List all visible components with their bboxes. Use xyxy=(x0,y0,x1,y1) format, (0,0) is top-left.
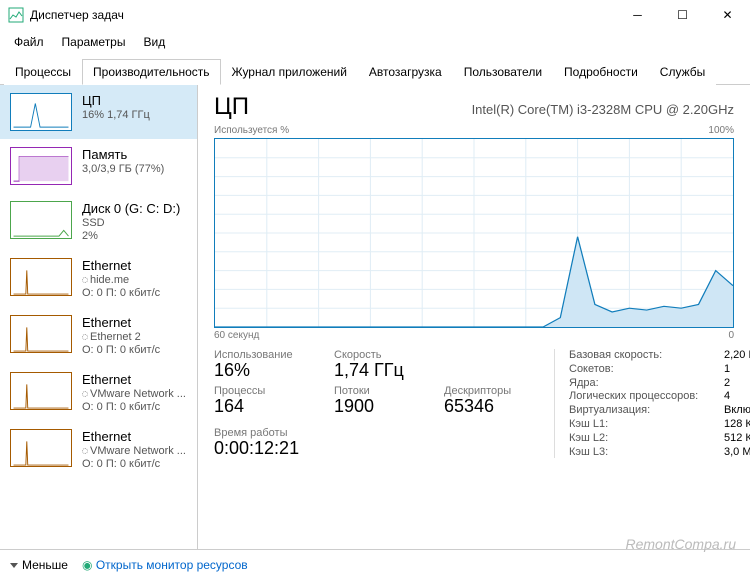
sidebar-item-title: ЦП xyxy=(82,93,150,108)
handles-value: 65346 xyxy=(444,397,534,417)
thumb-eth-icon xyxy=(10,429,72,467)
cpu-name: Intel(R) Core(TM) i3-2328M CPU @ 2.20GHz xyxy=(472,102,734,117)
base-label: Базовая скорость: xyxy=(569,349,724,362)
sockets-label: Сокетов: xyxy=(569,363,724,376)
sidebar-item-eth-5[interactable]: EthernetVMware Network ...О: 0 П: 0 кбит… xyxy=(0,364,197,421)
maximize-button[interactable]: ☐ xyxy=(660,0,705,30)
thumb-eth-icon xyxy=(10,315,72,353)
virt-value: Включено xyxy=(724,404,750,417)
sidebar-item-sub2: О: 0 П: 0 кбит/с xyxy=(82,344,160,356)
thumb-eth-icon xyxy=(10,372,72,410)
sidebar-item-mem-1[interactable]: Память3,0/3,9 ГБ (77%) xyxy=(0,139,197,193)
uptime-label: Время работы xyxy=(214,427,534,439)
l1-value: 128 КБ xyxy=(724,418,750,431)
menu-view[interactable]: Вид xyxy=(135,32,173,52)
close-button[interactable]: ✕ xyxy=(705,0,750,30)
lproc-label: Логических процессоров: xyxy=(569,390,724,403)
sidebar-item-title: Ethernet xyxy=(82,258,160,273)
title-bar: Диспетчер задач ─ ☐ ✕ xyxy=(0,0,750,30)
sidebar-item-disk-2[interactable]: Диск 0 (G: C: D:)SSD2% xyxy=(0,193,197,250)
sidebar-item-title: Ethernet xyxy=(82,372,186,387)
uptime-value: 0:00:12:21 xyxy=(214,439,534,459)
sidebar-item-cpu-0[interactable]: ЦП16% 1,74 ГГц xyxy=(0,85,197,139)
l2-value: 512 КБ xyxy=(724,432,750,445)
lproc-value: 4 xyxy=(724,390,750,403)
footer: Меньше ◉ Открыть монитор ресурсов xyxy=(0,549,750,579)
menu-bar: Файл Параметры Вид xyxy=(0,30,750,54)
sidebar-item-sub: hide.me xyxy=(82,274,160,286)
threads-value: 1900 xyxy=(334,397,434,417)
app-icon xyxy=(8,7,24,23)
speed-value: 1,74 ГГц xyxy=(334,361,434,381)
sidebar-item-sub: Ethernet 2 xyxy=(82,331,160,343)
thumb-eth-icon xyxy=(10,258,72,296)
tab-bar: Процессы Производительность Журнал прило… xyxy=(0,54,750,85)
fewer-details-button[interactable]: Меньше xyxy=(10,558,68,572)
monitor-icon: ◉ xyxy=(82,558,92,572)
chart-xlabel-left: 60 секунд xyxy=(214,330,259,341)
sockets-value: 1 xyxy=(724,363,750,376)
proc-label: Процессы xyxy=(214,385,324,397)
menu-options[interactable]: Параметры xyxy=(54,32,134,52)
base-value: 2,20 ГГц xyxy=(724,349,750,362)
thumb-cpu-icon xyxy=(10,93,72,131)
sidebar-item-eth-4[interactable]: EthernetEthernet 2О: 0 П: 0 кбит/с xyxy=(0,307,197,364)
chart-xlabel-right: 0 xyxy=(728,330,734,341)
menu-file[interactable]: Файл xyxy=(6,32,52,52)
window-title: Диспетчер задач xyxy=(30,8,615,22)
chart-ylabel-left: Используется % xyxy=(214,125,289,136)
tab-details[interactable]: Подробности xyxy=(553,59,649,85)
tab-processes[interactable]: Процессы xyxy=(4,59,82,85)
sidebar-item-sub: VMware Network ... xyxy=(82,445,186,457)
page-title: ЦП xyxy=(214,93,249,121)
sidebar-item-title: Память xyxy=(82,147,164,162)
minimize-button[interactable]: ─ xyxy=(615,0,660,30)
chevron-down-icon xyxy=(10,563,18,568)
sidebar-item-sub2: О: 0 П: 0 кбит/с xyxy=(82,287,160,299)
tab-performance[interactable]: Производительность xyxy=(82,59,220,85)
sidebar-item-sub2: О: 0 П: 0 кбит/с xyxy=(82,401,186,413)
threads-label: Потоки xyxy=(334,385,434,397)
main-panel: ЦП Intel(R) Core(TM) i3-2328M CPU @ 2.20… xyxy=(198,85,750,549)
tab-users[interactable]: Пользователи xyxy=(453,59,553,85)
l1-label: Кэш L1: xyxy=(569,418,724,431)
handles-label: Дескрипторы xyxy=(444,385,534,397)
thumb-mem-icon xyxy=(10,147,72,185)
sidebar-item-eth-6[interactable]: EthernetVMware Network ...О: 0 П: 0 кбит… xyxy=(0,421,197,478)
watermark: RemontCompa.ru xyxy=(626,536,737,552)
l2-label: Кэш L2: xyxy=(569,432,724,445)
chart-ylabel-right: 100% xyxy=(708,125,734,136)
sidebar-item-sub: 16% 1,74 ГГц xyxy=(82,109,150,121)
sidebar: ЦП16% 1,74 ГГцПамять3,0/3,9 ГБ (77%)Диск… xyxy=(0,85,198,549)
thumb-disk-icon xyxy=(10,201,72,239)
cpu-chart xyxy=(214,138,734,328)
cpu-specs: Базовая скорость:2,20 ГГц Сокетов:1 Ядра… xyxy=(554,349,750,458)
open-resource-monitor-link[interactable]: ◉ Открыть монитор ресурсов xyxy=(82,558,248,572)
l3-value: 3,0 МБ xyxy=(724,446,750,459)
proc-value: 164 xyxy=(214,397,324,417)
sidebar-item-title: Ethernet xyxy=(82,429,186,444)
sidebar-item-title: Ethernet xyxy=(82,315,160,330)
cores-value: 2 xyxy=(724,377,750,390)
tab-services[interactable]: Службы xyxy=(649,59,716,85)
l3-label: Кэш L3: xyxy=(569,446,724,459)
sidebar-item-sub: VMware Network ... xyxy=(82,388,186,400)
tab-apphistory[interactable]: Журнал приложений xyxy=(221,59,358,85)
sidebar-item-sub: 3,0/3,9 ГБ (77%) xyxy=(82,163,164,175)
cores-label: Ядра: xyxy=(569,377,724,390)
sidebar-item-sub: SSD xyxy=(82,217,180,229)
tab-startup[interactable]: Автозагрузка xyxy=(358,59,453,85)
sidebar-item-sub2: 2% xyxy=(82,230,180,242)
sidebar-item-title: Диск 0 (G: C: D:) xyxy=(82,201,180,216)
sidebar-item-eth-3[interactable]: Ethernethide.meО: 0 П: 0 кбит/с xyxy=(0,250,197,307)
virt-label: Виртуализация: xyxy=(569,404,724,417)
sidebar-item-sub2: О: 0 П: 0 кбит/с xyxy=(82,458,186,470)
util-value: 16% xyxy=(214,361,324,381)
